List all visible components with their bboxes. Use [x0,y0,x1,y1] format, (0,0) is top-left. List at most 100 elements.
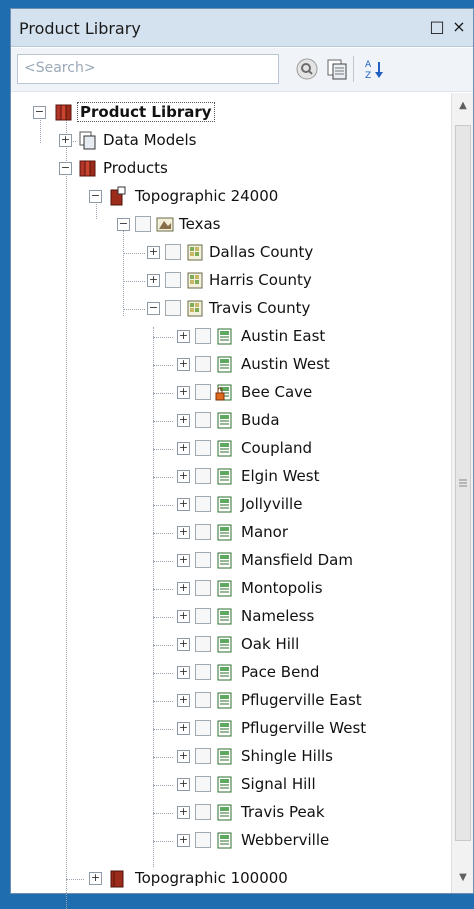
checkbox[interactable] [195,468,211,484]
tree-row-quad[interactable]: + Elgin West [11,463,449,491]
tree-row-quad[interactable]: + Buda [11,407,449,435]
expand-icon[interactable]: + [177,694,190,707]
products-icon [79,160,96,177]
tree-row-quad[interactable]: + Webberville [11,827,449,855]
tree-row-quad[interactable]: + Bee Cave [11,379,449,407]
search-input[interactable]: <Search> [17,54,279,84]
checkbox[interactable] [195,720,211,736]
expand-icon[interactable]: + [177,358,190,371]
product-book-icon [110,870,124,888]
collapse-icon[interactable]: − [33,106,46,119]
checkbox[interactable] [195,608,211,624]
tree-row-quad[interactable]: + Jollyville [11,491,449,519]
tree-row-quad[interactable]: + Mansfield Dam [11,547,449,575]
tree-row-county[interactable]: + Harris County [11,267,449,295]
checkbox[interactable] [165,300,181,316]
checkbox[interactable] [195,832,211,848]
county-icon [187,244,203,261]
collapse-icon[interactable]: − [147,302,160,315]
expand-icon[interactable]: + [177,778,190,791]
checkbox[interactable] [195,664,211,680]
tree-row-quad[interactable]: + Austin West [11,351,449,379]
tree-row-quad[interactable]: + Pflugerville West [11,715,449,743]
checkbox[interactable] [195,440,211,456]
checkbox[interactable] [195,412,211,428]
checkbox[interactable] [195,776,211,792]
tree-row-quad[interactable]: + Montopolis [11,575,449,603]
checkbox[interactable] [195,496,211,512]
checkbox[interactable] [195,692,211,708]
scroll-up-button[interactable]: ▲ [452,95,474,117]
tree-row-topographic-24000[interactable]: − Topographic 24000 [11,183,449,211]
map-sheet-icon [217,608,232,625]
expand-icon[interactable]: + [177,750,190,763]
expand-icon[interactable]: + [59,134,72,147]
checkbox[interactable] [195,356,211,372]
tree-row-quad[interactable]: + Oak Hill [11,631,449,659]
tree-row-product-library[interactable]: − Product Library [11,99,449,127]
close-icon[interactable]: × [449,16,469,38]
tree-label: Pflugerville East [241,691,362,709]
search-icon[interactable] [295,57,319,81]
checkbox[interactable] [195,580,211,596]
vertical-scrollbar[interactable]: ▲ ▼ [451,93,473,893]
expand-icon[interactable]: + [177,442,190,455]
expand-icon[interactable]: + [177,498,190,511]
tree-row-county[interactable]: + Dallas County [11,239,449,267]
tree-row-quad[interactable]: + Signal Hill [11,771,449,799]
tree-row-quad[interactable]: + Coupland [11,435,449,463]
scroll-down-button[interactable]: ▼ [452,867,474,889]
checkbox[interactable] [195,636,211,652]
expand-icon[interactable]: + [177,666,190,679]
expand-icon[interactable]: + [177,386,190,399]
expand-icon[interactable]: + [177,638,190,651]
expand-icon[interactable]: + [177,526,190,539]
tree-row-topographic-100000[interactable]: + Topographic 100000 [11,865,449,893]
expand-icon[interactable]: + [147,246,160,259]
expand-icon[interactable]: + [177,470,190,483]
tree-row-quad[interactable]: + Pflugerville East [11,687,449,715]
tree-row-products[interactable]: − Products [11,155,449,183]
checkbox[interactable] [195,384,211,400]
expand-icon[interactable]: + [177,834,190,847]
copy-icon[interactable] [325,57,349,81]
checkbox[interactable] [195,552,211,568]
expand-icon[interactable]: + [147,274,160,287]
tree-row-data-models[interactable]: + Data Models [11,127,449,155]
checkbox[interactable] [195,524,211,540]
scroll-thumb[interactable] [455,125,471,841]
expand-icon[interactable]: + [177,610,190,623]
expand-icon[interactable]: + [177,582,190,595]
checkbox[interactable] [165,272,181,288]
expand-icon[interactable]: + [177,414,190,427]
tree-label: Topographic 24000 [135,187,279,205]
expand-icon[interactable]: + [89,872,102,885]
collapse-icon[interactable]: − [117,218,130,231]
sort-ascending-icon[interactable]: A Z [363,57,387,81]
toolbar-divider [353,56,354,82]
collapse-icon[interactable]: − [89,190,102,203]
checkbox[interactable] [195,804,211,820]
tree-label: Texas [179,215,221,233]
checkbox[interactable] [195,328,211,344]
expand-icon[interactable]: + [177,554,190,567]
expand-icon[interactable]: + [177,806,190,819]
tree-row-quad[interactable]: + Austin East [11,323,449,351]
checkbox[interactable] [135,216,151,232]
tree-row-quad[interactable]: + Manor [11,519,449,547]
tree-row-quad[interactable]: + Shingle Hills [11,743,449,771]
tree-label: Topographic 100000 [135,869,288,887]
tree-row-quad[interactable]: + Travis Peak [11,799,449,827]
tree-row-quad[interactable]: + Pace Bend [11,659,449,687]
expand-icon[interactable]: + [177,330,190,343]
checkbox[interactable] [195,748,211,764]
tree-row-quad[interactable]: + Nameless [11,603,449,631]
tree-row-county[interactable]: − Travis County [11,295,449,323]
expand-icon[interactable]: + [177,722,190,735]
map-sheet-icon [217,804,232,821]
tree-label: Harris County [209,271,312,289]
float-window-icon[interactable]: □ [427,16,447,38]
collapse-icon[interactable]: − [59,162,72,175]
tree-row-texas[interactable]: − Texas [11,211,449,239]
checkbox[interactable] [165,244,181,260]
